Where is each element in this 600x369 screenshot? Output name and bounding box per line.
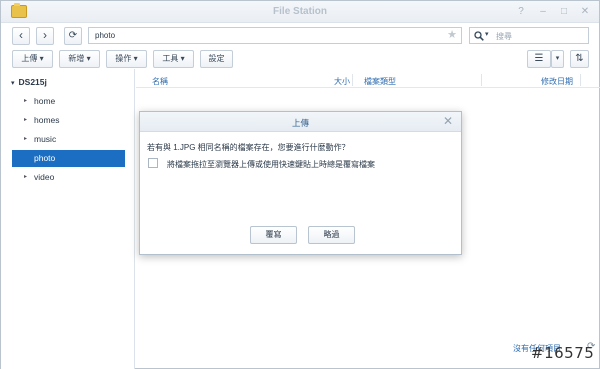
column-divider[interactable] (580, 74, 581, 86)
search-icon (474, 31, 484, 41)
star-icon[interactable]: ★ (447, 28, 457, 43)
minimize-button[interactable]: – (536, 5, 550, 19)
chevron-down-icon[interactable]: ▾ (11, 80, 15, 87)
column-divider[interactable] (481, 74, 482, 86)
server-name: DS215j (18, 77, 47, 87)
view-mode-dropdown[interactable]: ▾ (551, 50, 564, 68)
tree-item-music[interactable]: ▸ music (12, 131, 125, 148)
path-field[interactable]: photo ★ (88, 27, 462, 44)
tree-item-photo[interactable]: photo (12, 150, 125, 167)
chevron-right-icon[interactable]: ▸ (24, 112, 27, 129)
folder-tree: ▾ DS215j ▸ home ▸ homes ▸ music photo ▸ v… (1, 69, 135, 369)
dialog-title-bar: 上傳 ✕ (140, 112, 461, 132)
watermark: #16575 (531, 344, 595, 362)
search-input[interactable]: ▾ 搜尋 (469, 27, 589, 44)
maximize-button[interactable]: □ (557, 5, 571, 19)
always-overwrite-label[interactable]: 將檔案拖拉至瀏覽器上傳或使用快速鍵貼上時總是覆寫檔案 (167, 159, 375, 170)
upload-menu-button[interactable]: 上傳 ▾ (12, 50, 53, 68)
overwrite-button[interactable]: 覆寫 (250, 226, 297, 244)
view-mode-button[interactable]: ☰ (527, 50, 551, 68)
column-type[interactable]: 檔案類型 (364, 76, 396, 87)
column-size[interactable]: 大小 (334, 76, 350, 87)
upload-dialog: 上傳 ✕ 若有與 1.JPG 相同名稱的檔案存在，您要進行什麼動作？ 將檔案拖拉… (139, 111, 462, 255)
tree-item-label: music (34, 134, 57, 144)
search-dropdown-icon[interactable]: ▾ (485, 30, 489, 38)
dialog-message: 若有與 1.JPG 相同名稱的檔案存在，您要進行什麼動作？ (147, 143, 350, 152)
create-menu-button[interactable]: 新增 ▾ (59, 50, 100, 68)
tree-item-label: photo (34, 153, 56, 163)
tree-item-home[interactable]: ▸ home (12, 93, 125, 110)
tree-item-label: homes (34, 115, 60, 125)
settings-button[interactable]: 設定 (200, 50, 233, 68)
file-list-header: 名稱 大小 檔案類型 修改日期 (136, 72, 600, 88)
tools-menu-button[interactable]: 工具 ▾ (153, 50, 194, 68)
tree-item-homes[interactable]: ▸ homes (12, 112, 125, 129)
column-modified[interactable]: 修改日期 (541, 76, 573, 87)
always-overwrite-checkbox[interactable] (148, 158, 158, 168)
forward-button[interactable]: › (36, 27, 54, 45)
chevron-right-icon[interactable]: ▸ (24, 93, 27, 110)
skip-button[interactable]: 略過 (308, 226, 355, 244)
title-bar: File Station ? – □ ✕ (1, 1, 599, 23)
file-station-window: File Station ? – □ ✕ ‹ › ⟳ photo ★ ▾ 搜尋 … (0, 0, 600, 369)
chevron-right-icon[interactable]: ▸ (24, 131, 27, 148)
sort-button[interactable]: ⇅ (570, 50, 589, 68)
search-placeholder: 搜尋 (496, 32, 512, 41)
chevron-right-icon[interactable]: ▸ (24, 169, 27, 186)
back-button[interactable]: ‹ (12, 27, 30, 45)
window-title: File Station (273, 6, 327, 17)
path-value: photo (95, 31, 116, 40)
tree-item-video[interactable]: ▸ video (12, 169, 125, 186)
tree-item-label: home (34, 96, 56, 106)
column-name[interactable]: 名稱 (152, 76, 168, 87)
dialog-title: 上傳 (291, 118, 309, 128)
close-button[interactable]: ✕ (578, 5, 592, 19)
refresh-button[interactable]: ⟳ (64, 27, 82, 45)
close-icon[interactable]: ✕ (443, 114, 453, 128)
action-menu-button[interactable]: 操作 ▾ (106, 50, 147, 68)
help-button[interactable]: ? (514, 5, 528, 19)
column-divider[interactable] (352, 74, 353, 86)
tree-root[interactable]: ▾ DS215j (11, 77, 47, 87)
tree-item-label: video (34, 172, 55, 182)
